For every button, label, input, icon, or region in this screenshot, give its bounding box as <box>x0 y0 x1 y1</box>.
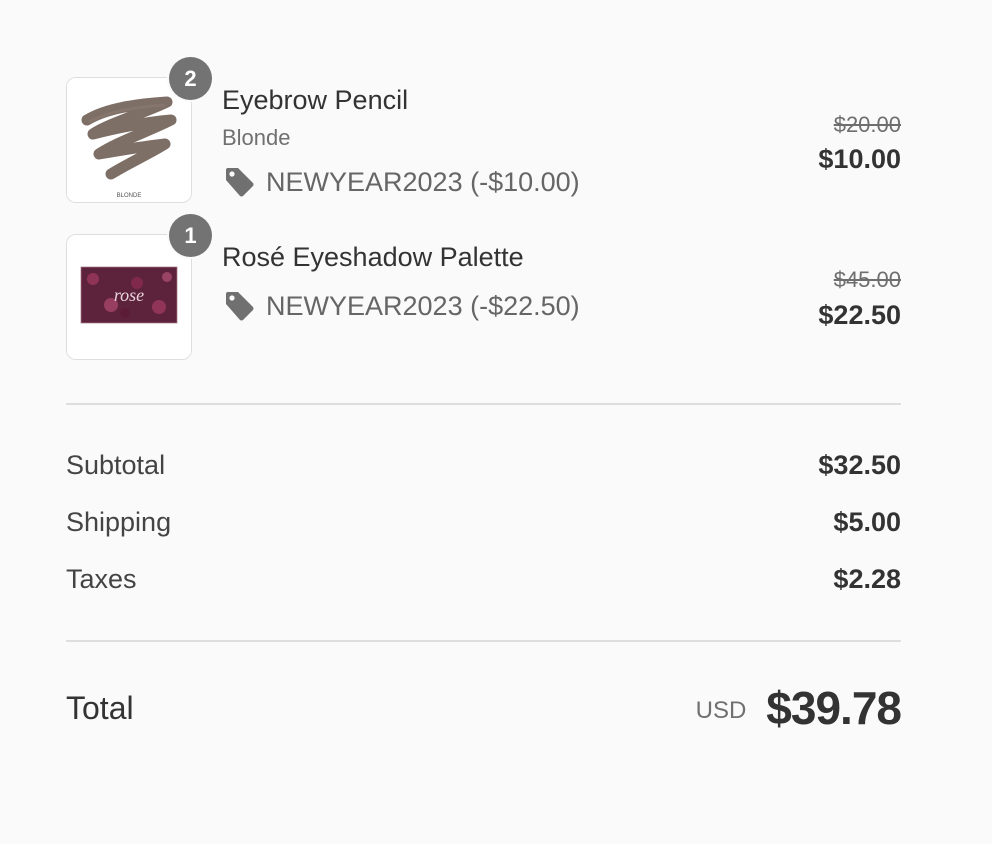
divider <box>66 403 901 405</box>
product-name: Eyebrow Pencil <box>222 85 409 115</box>
thumbnail-caption: rose <box>114 285 144 305</box>
tag-icon <box>222 165 256 199</box>
currency-code: USD <box>695 697 747 724</box>
quantity-badge: 2 <box>169 57 212 100</box>
product-thumbnail: rose <box>66 234 192 360</box>
total-label: Total <box>66 689 134 726</box>
original-price: $45.00 <box>833 267 901 292</box>
thumbnail-caption: BLONDE <box>117 193 142 199</box>
divider <box>66 640 901 642</box>
line-item: rose 1 Rosé Eyeshadow Palette NEWYEAR202… <box>66 214 901 362</box>
subtotal-label: Subtotal <box>66 449 166 480</box>
product-name: Rosé Eyeshadow Palette <box>222 242 524 272</box>
quantity-badge: 1 <box>169 214 212 257</box>
product-thumbnail: BLONDE <box>66 77 192 203</box>
discounted-price: $22.50 <box>818 300 901 330</box>
shipping-row: Shipping $5.00 <box>66 505 901 539</box>
total-row: Total USD $39.78 <box>66 680 902 736</box>
discount-code: NEWYEAR2023 (-$22.50) <box>222 289 580 323</box>
total-amount: USD $39.78 <box>695 681 902 735</box>
discount-code-text: NEWYEAR2023 (-$10.00) <box>266 166 580 197</box>
discount-code: NEWYEAR2023 (-$10.00) <box>222 165 580 199</box>
line-item: BLONDE 2 Eyebrow Pencil Blonde NEWYEAR20… <box>66 57 901 205</box>
shipping-label: Shipping <box>66 506 172 537</box>
order-summary: BLONDE 2 Eyebrow Pencil Blonde NEWYEAR20… <box>0 0 992 844</box>
original-price: $20.00 <box>833 112 901 137</box>
eyeshadow-palette-image: rose <box>67 235 191 359</box>
product-variant: Blonde <box>222 125 291 150</box>
eyebrow-pencil-swatch-image: BLONDE <box>67 78 191 202</box>
discount-code-text: NEWYEAR2023 (-$22.50) <box>266 290 580 321</box>
taxes-value: $2.28 <box>833 563 901 594</box>
shipping-value: $5.00 <box>833 506 901 537</box>
taxes-row: Taxes $2.28 <box>66 562 901 596</box>
subtotal-row: Subtotal $32.50 <box>66 448 901 482</box>
subtotal-value: $32.50 <box>818 449 901 480</box>
taxes-label: Taxes <box>66 563 137 594</box>
tag-icon <box>222 289 256 323</box>
total-value: $39.78 <box>766 682 902 734</box>
discounted-price: $10.00 <box>818 144 901 174</box>
